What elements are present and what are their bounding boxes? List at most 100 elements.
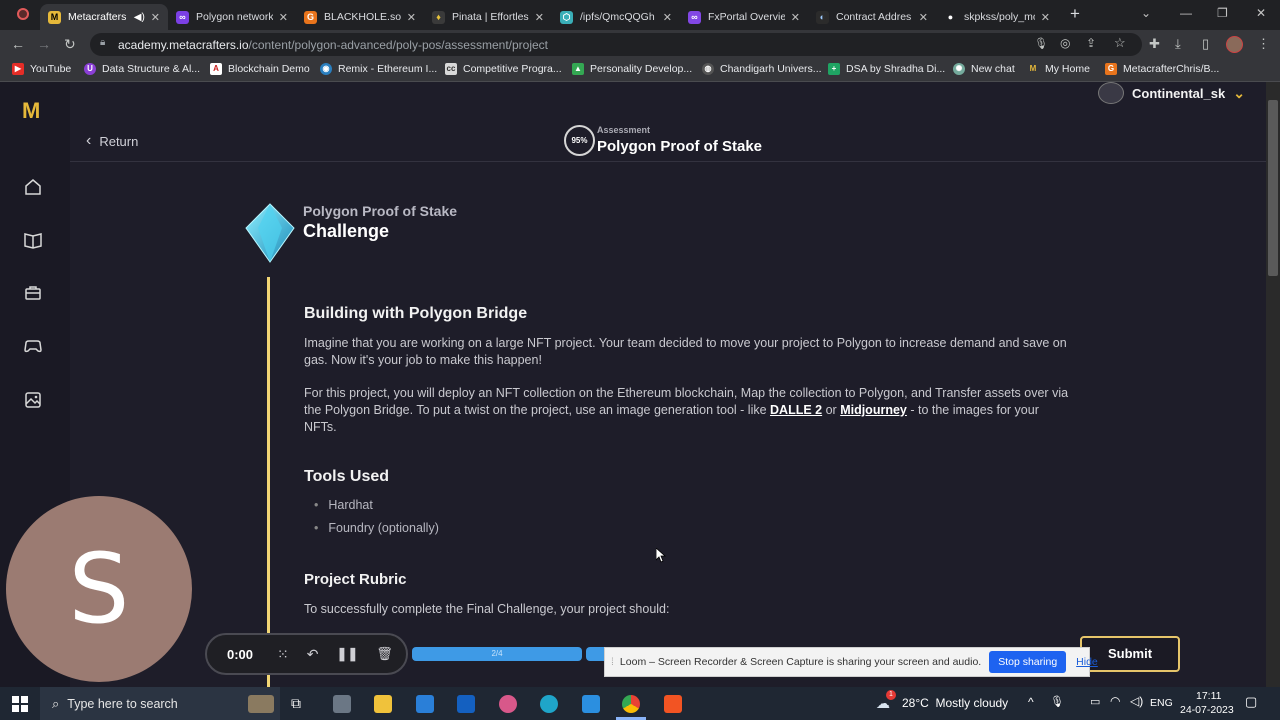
briefcase-icon[interactable] xyxy=(23,283,43,303)
timeline-line xyxy=(267,277,270,687)
extensions-icon[interactable]: ✚ xyxy=(1149,36,1160,52)
pause-icon[interactable]: ❚❚ xyxy=(336,646,358,662)
search-icon: ⌕ xyxy=(52,695,60,711)
bookmark-star-icon[interactable]: ☆ xyxy=(1114,35,1126,51)
address-bar[interactable]: 🔒︎ academy.metacrafters.io/content/polyg… xyxy=(90,33,1142,56)
pinata-favicon: ♦ xyxy=(432,10,445,24)
close-tab-icon[interactable]: ✕ xyxy=(663,11,672,24)
sidepanel-icon[interactable]: ▯ xyxy=(1202,36,1209,52)
tab-fxportal[interactable]: ∞ FxPortal Overvie ✕ xyxy=(680,4,808,30)
blockchain-demo-icon: A xyxy=(210,63,222,75)
brave-icon[interactable] xyxy=(664,695,682,713)
snipping-tool-icon[interactable] xyxy=(499,695,517,713)
share-icon[interactable]: ⇪ xyxy=(1086,36,1096,50)
bookmark-dsa[interactable]: U Data Structure & Al... xyxy=(84,63,200,75)
banner-drag-icon[interactable]: ⁞ xyxy=(611,656,614,668)
chrome-icon[interactable] xyxy=(622,695,640,713)
bookmark-dsa-shradha[interactable]: + DSA by Shradha Di... xyxy=(828,63,945,75)
close-tab-icon[interactable]: ✕ xyxy=(151,11,160,24)
mic-tray-icon[interactable]: 🎙︎ xyxy=(1050,695,1064,708)
bookmark-competitive[interactable]: cc Competitive Progra... xyxy=(445,63,562,75)
loom-sharing-banner: ⁞ Loom – Screen Recorder & Screen Captur… xyxy=(604,647,1098,677)
recorder-time: 0:00 xyxy=(227,646,254,662)
image-gallery-icon[interactable] xyxy=(23,390,43,410)
lens-icon[interactable]: ◎ xyxy=(1060,36,1070,50)
store-icon[interactable] xyxy=(457,695,475,713)
windows-start-icon[interactable] xyxy=(12,696,28,712)
challenge-subtitle: Polygon Proof of Stake xyxy=(303,203,458,219)
tab-search-icon[interactable]: ⌄ xyxy=(1141,6,1151,20)
gamepad-icon[interactable] xyxy=(23,336,43,356)
battery-icon[interactable]: ▭ xyxy=(1090,695,1100,708)
tab-ipfs[interactable]: ⬡ /ipfs/QmcQQGh ✕ xyxy=(552,4,680,30)
scrollbar-thumb[interactable] xyxy=(1268,100,1278,276)
tray-chevron-icon[interactable]: ^ xyxy=(1028,695,1034,709)
minimize-icon[interactable]: — xyxy=(1180,6,1192,20)
lock-icon[interactable]: 🔒︎ xyxy=(100,37,105,48)
mic-icon[interactable]: 🎙︎ xyxy=(1034,37,1048,50)
profile-avatar[interactable] xyxy=(1226,36,1243,53)
dalle-link[interactable]: DALLE 2 xyxy=(770,403,822,417)
hide-link[interactable]: Hide xyxy=(1076,656,1098,668)
forward-icon[interactable]: → xyxy=(37,36,51,52)
return-button[interactable]: ‹ Return xyxy=(86,132,138,150)
tab-blackhole-sol[interactable]: G BLACKHOLE.sol ✕ xyxy=(296,4,424,30)
home-icon[interactable] xyxy=(23,177,43,197)
new-tab-button[interactable]: + xyxy=(1066,5,1084,23)
vscode-icon[interactable] xyxy=(582,695,600,713)
bookmark-my-home[interactable]: M My Home xyxy=(1027,63,1090,75)
clock-date[interactable]: 24-07-2023 xyxy=(1180,704,1234,716)
recorder-avatar[interactable]: S xyxy=(6,496,192,682)
clock-time[interactable]: 17:11 xyxy=(1196,690,1222,702)
mail-icon[interactable] xyxy=(416,695,434,713)
close-tab-icon[interactable]: ✕ xyxy=(1041,11,1050,24)
notifications-icon[interactable]: ▢ xyxy=(1245,694,1257,710)
chevron-down-icon: ⌄ xyxy=(1233,84,1245,101)
download-icon[interactable]: ⤓ xyxy=(1175,36,1181,52)
url-text[interactable]: academy.metacrafters.io/content/polygon-… xyxy=(118,38,548,52)
midjourney-link[interactable]: Midjourney xyxy=(840,403,907,417)
edge-icon[interactable] xyxy=(540,695,558,713)
bookmark-youtube[interactable]: ▶ YouTube xyxy=(12,63,71,75)
close-tab-icon[interactable]: ✕ xyxy=(407,11,416,24)
bookmark-new-chat[interactable]: ✺ New chat xyxy=(953,63,1015,75)
wifi-icon[interactable]: ◠ xyxy=(1110,694,1120,708)
undo-icon[interactable]: ↶ xyxy=(307,646,319,663)
reload-icon[interactable]: ↻ xyxy=(64,36,76,53)
tab-github-repo[interactable]: ● skpkss/poly_mo ✕ xyxy=(936,4,1058,30)
file-explorer-icon[interactable] xyxy=(374,695,392,713)
app-icon-generic[interactable] xyxy=(333,695,351,713)
book-icon[interactable] xyxy=(23,230,43,250)
tab-contract-address[interactable]: ◐ Contract Addres ✕ xyxy=(808,4,936,30)
close-window-icon[interactable]: ✕ xyxy=(1256,6,1266,20)
close-tab-icon[interactable]: ✕ xyxy=(535,11,544,24)
close-tab-icon[interactable]: ✕ xyxy=(791,11,800,24)
tab-polygon-network[interactable]: ∞ Polygon network ✕ xyxy=(168,4,296,30)
back-icon[interactable]: ← xyxy=(11,36,25,52)
restore-icon[interactable]: ❐ xyxy=(1217,6,1228,20)
weather-text[interactable]: 28°C Mostly cloudy xyxy=(902,696,1008,710)
udemy-icon: U xyxy=(84,63,96,75)
metacrafters-logo[interactable]: M xyxy=(22,98,40,124)
drag-handle-icon[interactable]: ⁙ xyxy=(277,646,289,663)
chrome-menu-icon[interactable]: ⋮ xyxy=(1257,36,1270,52)
user-menu[interactable]: Continental_sk ⌄ xyxy=(1098,82,1245,104)
volume-icon[interactable]: ◁) xyxy=(1130,694,1143,708)
language-indicator[interactable]: ENG xyxy=(1150,697,1173,709)
bookmark-metacrafterchris[interactable]: G MetacrafterChris/B... xyxy=(1105,63,1219,75)
page-scrollbar[interactable] xyxy=(1266,82,1280,687)
bookmark-blockchain-demo[interactable]: A Blockchain Demo xyxy=(210,63,310,75)
task-view-icon[interactable]: ⧉ xyxy=(291,695,301,712)
bookmark-chandigarh[interactable]: ◍ Chandigarh Univers... xyxy=(702,63,822,75)
section-heading: Building with Polygon Bridge xyxy=(304,305,528,322)
bookmark-remix[interactable]: ◉ Remix - Ethereum I... xyxy=(320,63,437,75)
tab-metacrafters[interactable]: M Metacrafters ◀) ✕ xyxy=(40,4,168,30)
stop-sharing-button[interactable]: Stop sharing xyxy=(989,651,1067,673)
bookmark-personality[interactable]: ▲ Personality Develop... xyxy=(572,63,692,75)
taskbar-search[interactable]: ⌕ Type here to search xyxy=(40,687,280,720)
trash-icon[interactable]: 🗑︎ xyxy=(376,646,393,662)
close-tab-icon[interactable]: ✕ xyxy=(279,11,288,24)
close-tab-icon[interactable]: ✕ xyxy=(919,11,928,24)
progress-badge: 95% xyxy=(564,125,595,156)
tab-pinata[interactable]: ♦ Pinata | Effortles ✕ xyxy=(424,4,552,30)
